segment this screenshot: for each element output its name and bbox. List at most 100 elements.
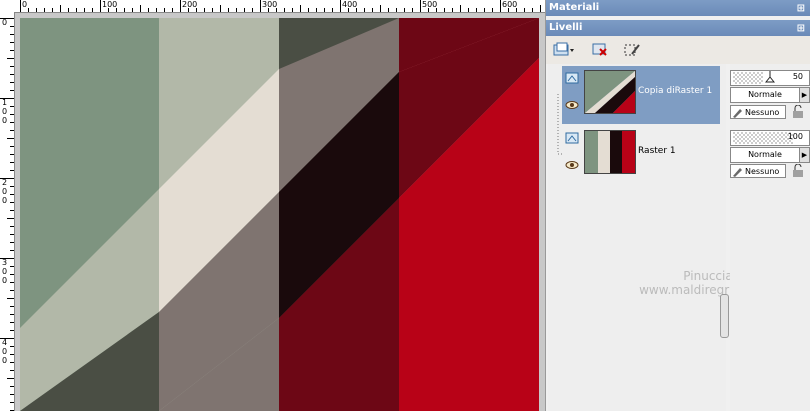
ruler-tick	[36, 8, 37, 12]
ruler-tick	[276, 8, 277, 12]
ruler-tick	[404, 8, 405, 12]
materials-title-bar: Materiali ⊞	[546, 0, 810, 16]
pin-icon[interactable]: ⊞	[797, 21, 805, 37]
ruler-tick	[92, 8, 93, 12]
ruler-tick	[188, 8, 189, 12]
ruler-tick	[0, 178, 14, 179]
thumbnail-copia-raster-1	[585, 71, 635, 113]
layer-row-raster-1[interactable]: Raster 1	[562, 126, 720, 184]
ruler-tick	[468, 8, 469, 12]
ruler-tick	[20, 0, 21, 12]
blend-mode-select[interactable]: Normale	[730, 147, 800, 163]
ruler-tick	[476, 8, 477, 12]
ruler-tick	[10, 114, 14, 115]
ruler-tick	[10, 146, 14, 147]
ruler-tick	[10, 242, 14, 243]
ruler-tick	[148, 8, 149, 12]
edit-selection-button[interactable]	[618, 39, 646, 61]
ruler-tick	[60, 5, 61, 12]
ruler-tick	[284, 8, 285, 12]
ruler-tick	[364, 8, 365, 12]
ruler-tick	[68, 8, 69, 12]
ruler-tick	[292, 8, 293, 12]
layer-properties: 50 Normale ▶ Nessuno 100 Normale ▶ Nessu…	[730, 64, 810, 411]
ruler-tick	[428, 8, 429, 12]
ruler-tick	[212, 8, 213, 12]
eye-icon[interactable]	[565, 160, 579, 170]
ruler-tick	[10, 186, 14, 187]
layers-list: Copia diRaster 1 Raster 1 Pinuccia www.m…	[548, 64, 777, 411]
brush-icon	[733, 109, 742, 118]
image-canvas[interactable]	[20, 18, 539, 411]
ruler-tick	[492, 8, 493, 12]
ruler-tick	[10, 122, 14, 123]
ruler-tick	[508, 8, 509, 12]
ruler-tick	[7, 378, 14, 379]
lock-icon[interactable]	[789, 105, 807, 119]
ruler-tick	[236, 8, 237, 12]
ruler-tick	[444, 8, 445, 12]
layers-scrollbar[interactable]	[720, 294, 729, 338]
layer-name: Copia diRaster 1	[638, 86, 713, 96]
layer-name: Raster 1	[638, 146, 676, 156]
opacity-slider[interactable]: 50	[730, 70, 810, 86]
ruler-label: 4 0 0	[2, 338, 8, 365]
ruler-tick	[10, 386, 14, 387]
ruler-tick	[10, 210, 14, 211]
eye-icon[interactable]	[565, 100, 579, 110]
ruler-tick	[540, 5, 541, 12]
layer-row-copia-raster-1[interactable]: Copia diRaster 1	[562, 66, 720, 124]
canvas-area[interactable]: 0 100 200 300 400 500 600 0 1 0 0 2 0 0 3 0 0 4 0 …	[0, 0, 545, 411]
ruler-tick	[10, 82, 14, 83]
ruler-tick	[10, 274, 14, 275]
ruler-tick	[0, 338, 14, 339]
slider-thumb-icon[interactable]	[765, 71, 775, 83]
ruler-tick	[380, 5, 381, 12]
pin-icon[interactable]: ⊞	[797, 1, 805, 17]
ruler-tick	[156, 8, 157, 12]
transparency-pattern-icon	[733, 72, 763, 84]
ruler-tick	[76, 8, 77, 12]
ruler-tick	[10, 394, 14, 395]
chevron-right-icon[interactable]: ▶	[799, 147, 810, 163]
ruler-tick	[10, 266, 14, 267]
ruler-tick	[52, 8, 53, 12]
ruler-label: 600	[502, 0, 518, 9]
ruler-label: 500	[422, 0, 438, 9]
opacity-slider[interactable]: 100	[730, 130, 810, 146]
ruler-tick	[10, 362, 14, 363]
ruler-label: 200	[182, 0, 198, 9]
ruler-tick	[10, 170, 14, 171]
ruler-tick	[100, 0, 101, 12]
ruler-tick	[10, 402, 14, 403]
layer-visibility-type-icon[interactable]	[565, 132, 579, 144]
ruler-tick	[316, 8, 317, 12]
blend-mode-select[interactable]: Normale	[730, 87, 800, 103]
ruler-tick	[228, 8, 229, 12]
ruler-tick	[28, 8, 29, 12]
ruler-tick	[10, 322, 14, 323]
ruler-tick	[132, 8, 133, 12]
layers-panel: Materiali ⊞ Livelli ⊞ Copia diRaster 1 R…	[545, 0, 810, 411]
mask-select[interactable]: Nessuno	[730, 164, 786, 178]
ruler-tick	[84, 8, 85, 12]
ruler-tick	[460, 5, 461, 12]
ruler-tick	[252, 8, 253, 12]
ruler-tick	[7, 138, 14, 139]
ruler-tick	[244, 8, 245, 12]
layer-visibility-type-icon[interactable]	[565, 72, 579, 84]
ruler-tick	[7, 218, 14, 219]
ruler-tick	[196, 8, 197, 12]
mask-select[interactable]: Nessuno	[730, 105, 786, 119]
ruler-tick	[172, 8, 173, 12]
brush-icon	[733, 168, 742, 177]
opacity-value: 50	[792, 72, 803, 81]
opacity-value: 100	[787, 132, 803, 141]
chevron-right-icon[interactable]: ▶	[799, 87, 810, 103]
lock-icon[interactable]	[789, 164, 807, 178]
ruler-tick	[10, 90, 14, 91]
ruler-tick	[300, 5, 301, 12]
ruler-tick	[7, 298, 14, 299]
delete-layer-button[interactable]	[586, 39, 614, 61]
new-layer-button[interactable]	[550, 39, 578, 61]
